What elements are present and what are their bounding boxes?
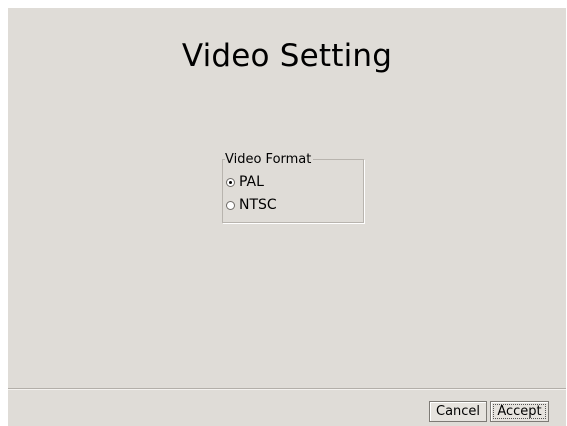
video-setting-window: Video Setting Video Format PAL NTSC Canc… <box>8 8 566 426</box>
cancel-button[interactable]: Cancel <box>429 401 487 422</box>
radio-label-pal: PAL <box>239 174 264 190</box>
radio-selected-icon[interactable] <box>226 177 235 187</box>
video-format-group: Video Format PAL NTSC <box>222 152 364 223</box>
radio-option-ntsc[interactable]: NTSC <box>226 197 277 213</box>
video-format-legend: Video Format <box>225 152 314 168</box>
page-title: Video Setting <box>181 38 393 74</box>
radio-label-ntsc: NTSC <box>239 197 277 213</box>
radio-unselected-icon[interactable] <box>226 200 235 210</box>
accept-button[interactable]: Accept <box>490 401 549 422</box>
radio-option-pal[interactable]: PAL <box>226 174 264 190</box>
footer-separator <box>8 388 566 390</box>
